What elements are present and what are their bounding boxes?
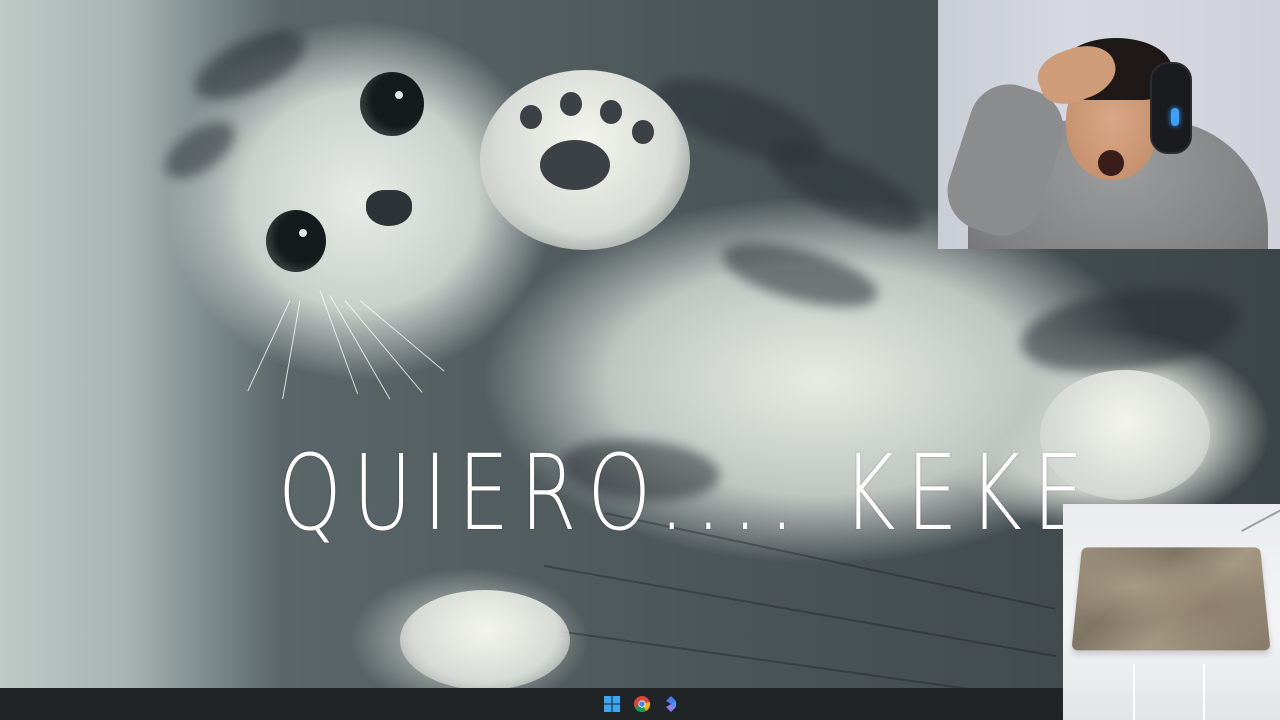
- headphone-led: [1171, 108, 1179, 126]
- chrome-icon[interactable]: [633, 695, 651, 713]
- rug-inset-image: [1063, 504, 1280, 720]
- taskbar: [0, 688, 1063, 720]
- windows-start-icon[interactable]: [603, 695, 621, 713]
- vacuum-cord: [1241, 504, 1280, 532]
- streamer-webcam: [938, 0, 1280, 249]
- kitten-lower-paw: [400, 590, 570, 688]
- headphones-icon: [1150, 62, 1192, 154]
- streamer-mouth: [1098, 150, 1124, 176]
- kitten-eye-right: [360, 72, 424, 136]
- kitten-eye-left: [266, 210, 326, 272]
- blue-app-icon[interactable]: [662, 695, 680, 713]
- screen: QUIERO.... KEKE: [0, 0, 1280, 720]
- shaggy-rug: [1071, 547, 1270, 650]
- video-caption: QUIERO.... KEKE: [278, 428, 855, 558]
- kitten-nose: [366, 190, 412, 226]
